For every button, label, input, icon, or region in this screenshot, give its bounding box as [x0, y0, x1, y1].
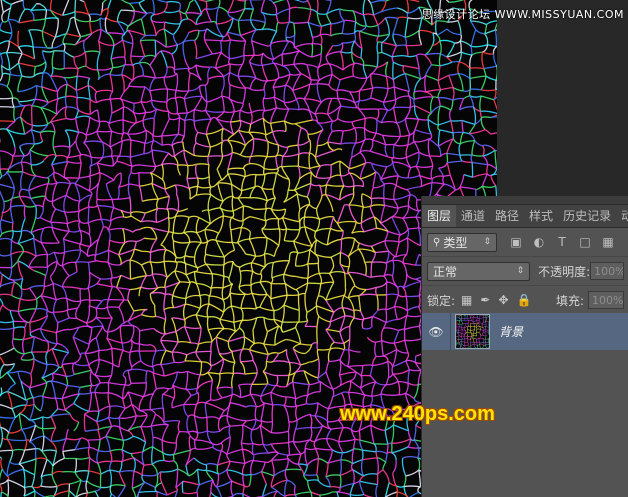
filter-kind-label: 类型 [443, 235, 468, 250]
tab-styles[interactable]: 样式 [524, 205, 558, 227]
layer-row-background[interactable]: 👁 背景 [422, 313, 628, 350]
fill-field[interactable]: 100% [588, 291, 624, 309]
tab-layers[interactable]: 图层 [422, 205, 457, 227]
fill-label: 填充: [555, 293, 584, 308]
tab-actions[interactable]: 动作 [616, 205, 628, 227]
opacity-label: 不透明度: [538, 264, 591, 279]
layer-thumbnail [455, 314, 490, 349]
blend-row: 正常 ⇕ 不透明度: 100% [422, 257, 628, 286]
panel-title-bar[interactable] [422, 196, 628, 205]
blend-mode-select[interactable]: 正常 ⇕ [427, 261, 531, 281]
opacity-field[interactable]: 100% [590, 262, 624, 280]
search-icon: ⚲ [433, 236, 441, 248]
lock-transparent-icon[interactable]: ▦ [461, 293, 472, 307]
lock-row: 锁定: ▦ ✒ ✥ 🔒 填充: 100% [422, 286, 628, 315]
layer-name: 背景 [499, 325, 524, 339]
lock-move-icon[interactable]: ✥ [498, 293, 508, 307]
lock-all-icon[interactable]: 🔒 [517, 293, 532, 307]
text-icon[interactable]: T [555, 235, 569, 249]
watermark-main: www.240ps.com [340, 403, 495, 425]
adjust-icon[interactable]: ◐ [532, 235, 546, 249]
tab-paths[interactable]: 路径 [490, 205, 524, 227]
layers-panel: 图层 通道 路径 样式 历史记录 动作 ⚲ 类型 ⇕ ▣ ◐ T □ ▦ 正常 … [421, 196, 628, 497]
eye-icon[interactable]: 👁 [422, 313, 451, 350]
chevron-updown-icon: ⇕ [516, 266, 525, 276]
panel-tabs: 图层 通道 路径 样式 历史记录 动作 [422, 205, 628, 228]
lock-brush-icon[interactable]: ✒ [480, 293, 490, 307]
filter-row: ⚲ 类型 ⇕ ▣ ◐ T □ ▦ [422, 228, 628, 257]
image-icon[interactable]: ▣ [509, 235, 523, 249]
smart-icon[interactable]: ▦ [601, 235, 615, 249]
filter-kind-select[interactable]: ⚲ 类型 ⇕ [427, 232, 497, 252]
tab-channels[interactable]: 通道 [456, 205, 490, 227]
shape-icon[interactable]: □ [578, 235, 592, 249]
chevron-updown-icon: ⇕ [483, 237, 491, 247]
watermark-top: 思缘设计论坛 WWW.MISSYUAN.COM [421, 8, 624, 21]
tab-history[interactable]: 历史记录 [558, 205, 616, 227]
lock-label: 锁定: [427, 293, 456, 308]
blend-mode-value: 正常 [433, 264, 458, 279]
